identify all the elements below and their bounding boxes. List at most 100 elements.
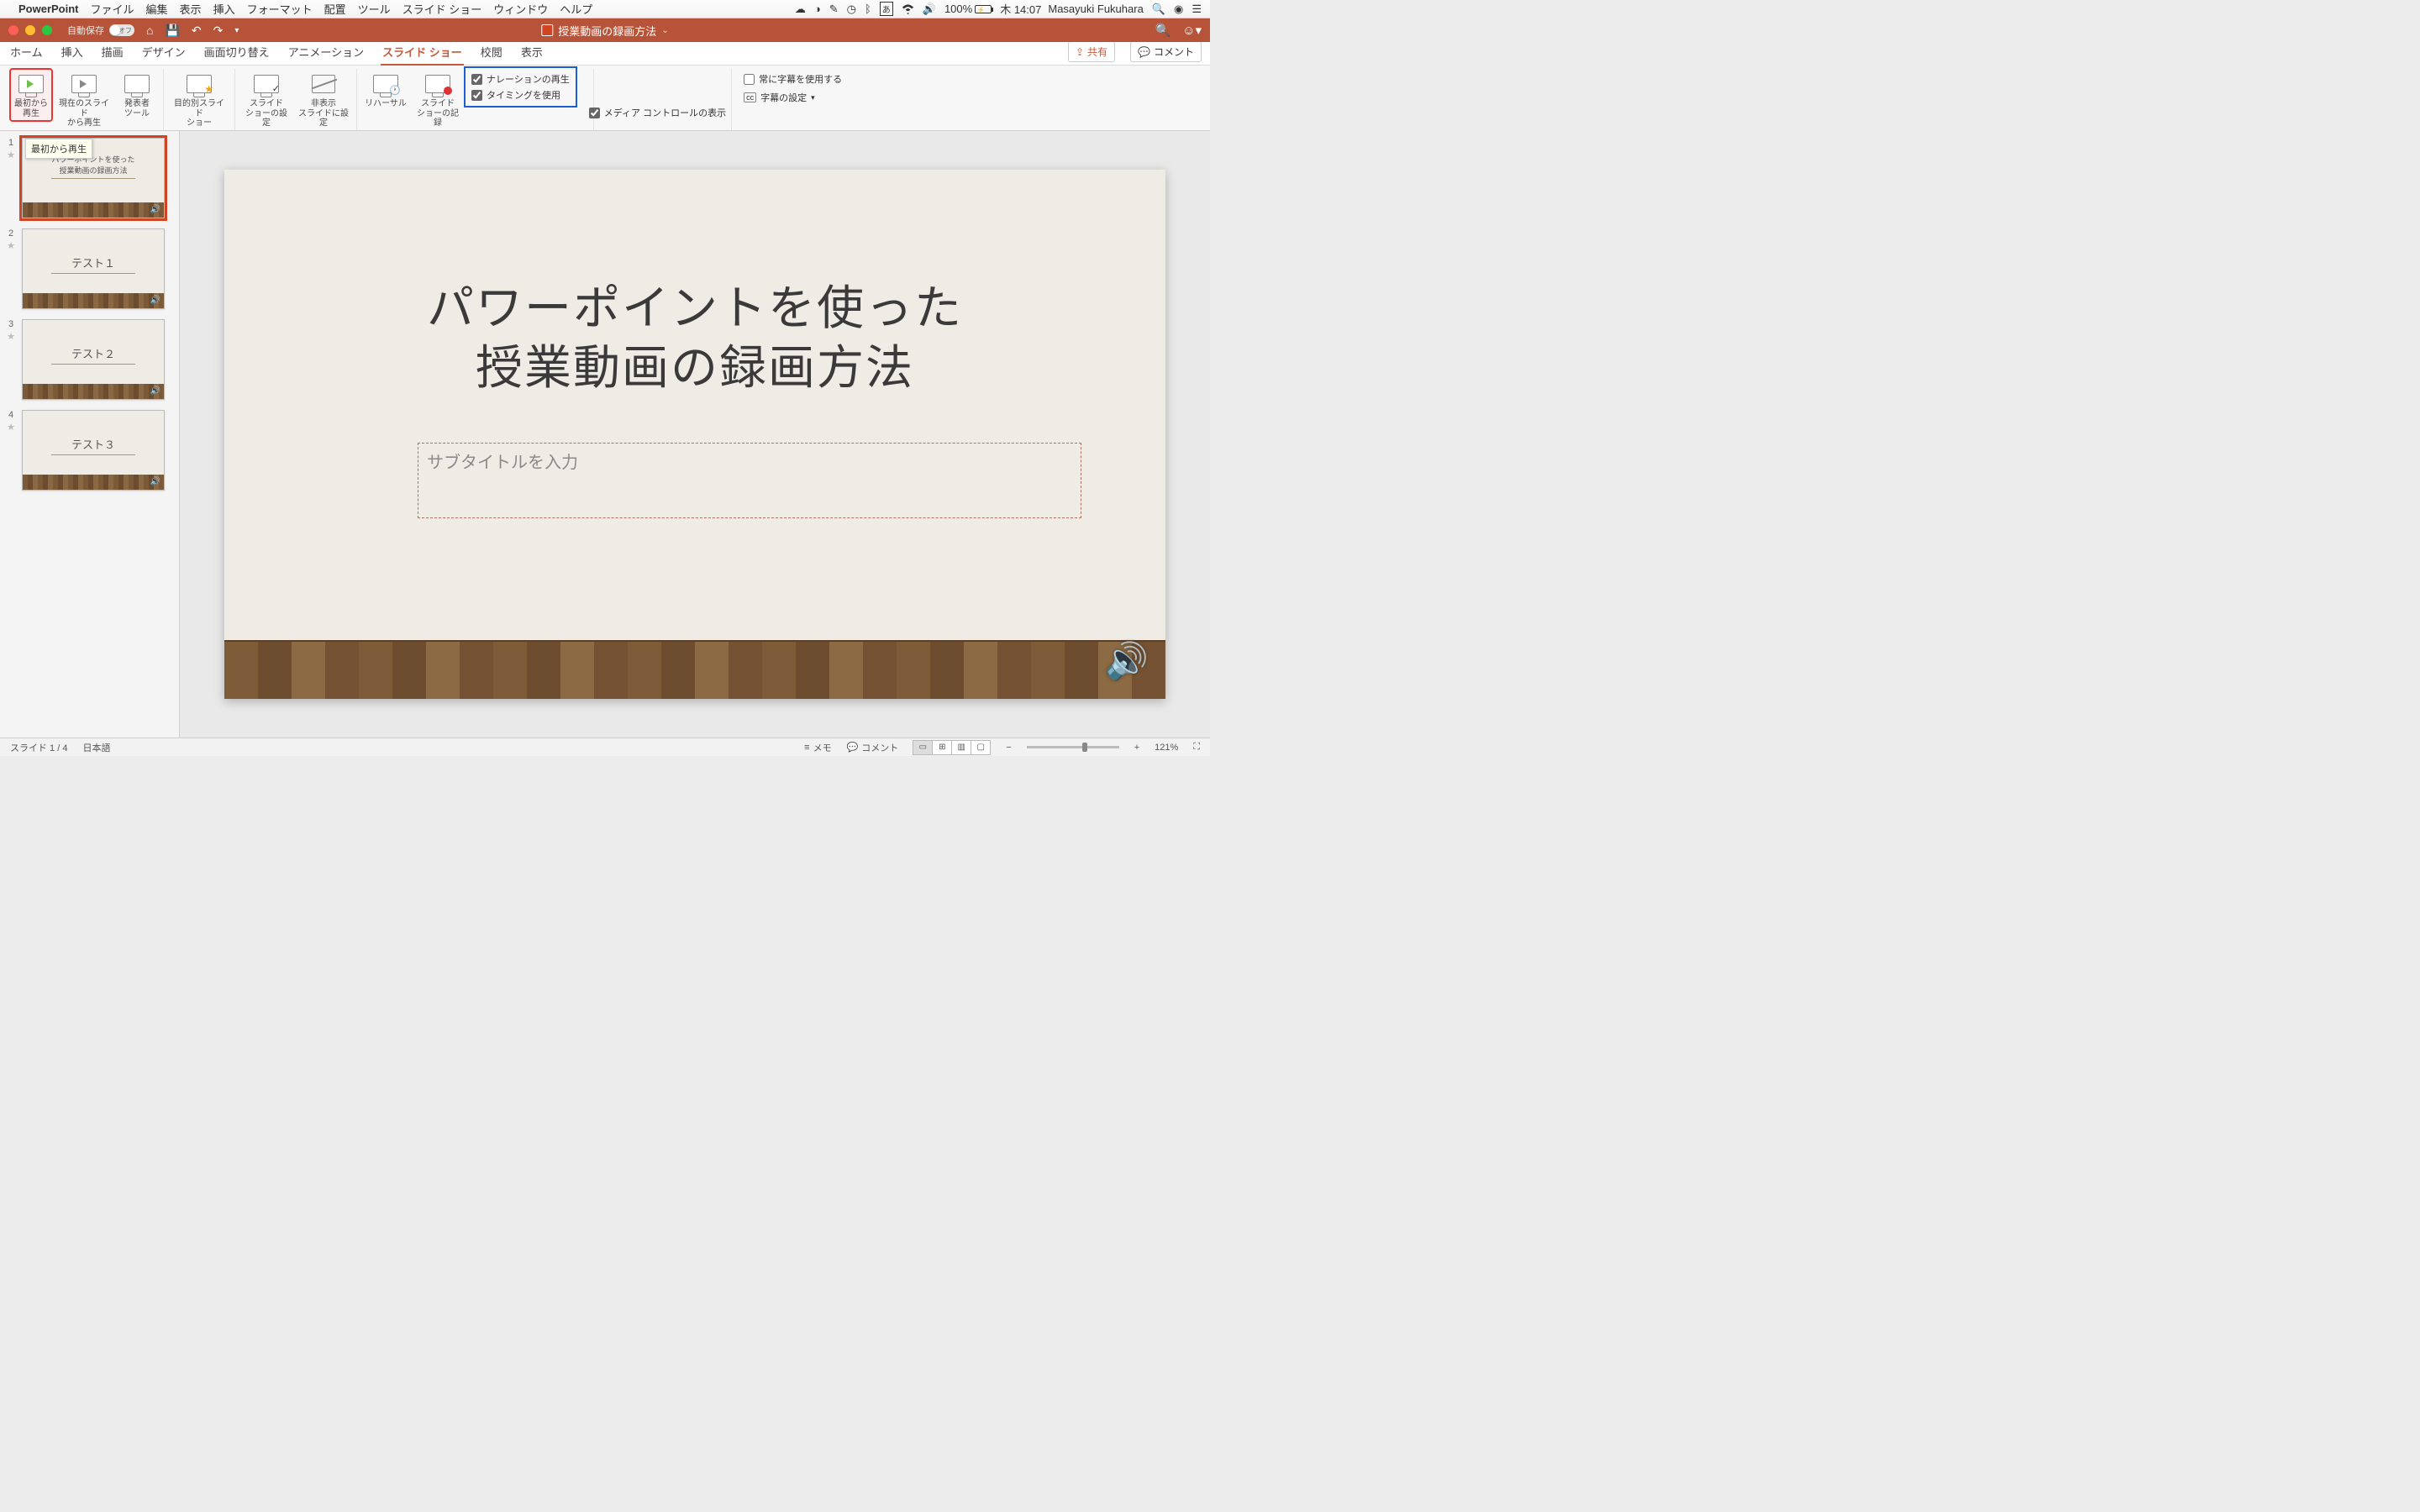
menu-tools[interactable]: ツール: [358, 1, 391, 17]
clock[interactable]: 木 14:07: [1000, 1, 1041, 17]
presenter-tools-button[interactable]: 発表者ツール: [116, 69, 158, 121]
slideshow-view-button[interactable]: ▢: [971, 740, 991, 755]
record-slideshow-button[interactable]: スライドショーの記録: [413, 69, 463, 131]
comments-button[interactable]: 💬コメント: [1130, 41, 1202, 62]
hide-slide-button[interactable]: 非表示スライドに設定: [296, 69, 351, 131]
menu-window[interactable]: ウィンドウ: [493, 1, 548, 17]
menu-file[interactable]: ファイル: [91, 1, 134, 17]
slide-title-textbox[interactable]: パワーポイントを使った 授業動画の録画方法: [224, 279, 1165, 398]
cloud-icon[interactable]: ☁: [795, 3, 806, 16]
ime-icon[interactable]: あ: [880, 2, 893, 16]
reading-view-button[interactable]: ▥: [951, 740, 971, 755]
sorter-view-button[interactable]: ⊞: [932, 740, 952, 755]
audio-speaker-icon[interactable]: 🔊: [1105, 641, 1149, 682]
slide-canvas-area[interactable]: パワーポイントを使った 授業動画の録画方法 サブタイトルを入力 🔊: [180, 131, 1210, 738]
redo-button[interactable]: ↷: [213, 24, 224, 38]
menu-help[interactable]: ヘルプ: [560, 1, 592, 17]
always-subtitle-checkbox[interactable]: 常に字幕を使用する: [744, 72, 842, 86]
mac-menubar: PowerPoint ファイル 編集 表示 挿入 フォーマット 配置 ツール ス…: [0, 0, 1210, 18]
minimize-window-button[interactable]: [25, 25, 35, 35]
zoom-level[interactable]: 121%: [1155, 743, 1178, 753]
notification-center-icon[interactable]: ☰: [1192, 3, 1202, 16]
account-icon[interactable]: ☺︎▾: [1182, 23, 1202, 38]
qat-customize[interactable]: ▾: [234, 26, 239, 35]
tab-slideshow[interactable]: スライド ショー: [381, 40, 464, 65]
share-label: 共有: [1087, 45, 1107, 59]
bluetooth-icon[interactable]: ᛒ: [865, 3, 871, 15]
tab-draw[interactable]: 描画: [100, 40, 125, 65]
language-status[interactable]: 日本語: [82, 741, 110, 754]
menu-edit[interactable]: 編集: [146, 1, 168, 17]
chevron-down-icon: ⌄: [661, 26, 668, 35]
zoom-slider[interactable]: [1027, 746, 1119, 748]
volume-icon[interactable]: 🔊: [923, 3, 936, 16]
status-circle-icon[interactable]: ◑: [814, 3, 821, 15]
document-title[interactable]: 授業動画の録画方法 ⌄: [541, 23, 668, 39]
slide-thumbnail-panel[interactable]: 1★ パワーポイントを使った授業動画の録画方法 🔊 2★ テスト１ 🔊 3★ テ…: [0, 131, 180, 738]
tab-insert[interactable]: 挿入: [60, 40, 85, 65]
animation-star-icon: ★: [7, 150, 15, 160]
ribbon-tabs: ホーム 挿入 描画 デザイン 画面切り替え アニメーション スライド ショー 校…: [0, 42, 1210, 66]
ribbon-slideshow: 最初から再生 現在のスライドから再生 発表者ツール ★ 目的別スライドショー ✓…: [0, 66, 1210, 131]
comments-pane-label: コメント: [861, 741, 898, 754]
clock-icon[interactable]: ◷: [847, 3, 856, 16]
rehearse-button[interactable]: 🕐 リハーサル: [362, 69, 409, 112]
media-controls-checkbox[interactable]: メディア コントロールの表示: [589, 106, 726, 119]
spotlight-icon[interactable]: 🔍: [1152, 3, 1165, 16]
siri-icon[interactable]: ◉: [1174, 3, 1183, 16]
tab-animations[interactable]: アニメーション: [287, 40, 366, 65]
slide-canvas[interactable]: パワーポイントを使った 授業動画の録画方法 サブタイトルを入力 🔊: [224, 170, 1165, 699]
save-button[interactable]: 💾: [165, 24, 179, 38]
autosave-toggle[interactable]: 自動保存 オフ: [67, 24, 134, 37]
custom-slideshow-button[interactable]: ★ 目的別スライドショー: [169, 69, 229, 131]
slide-counter[interactable]: スライド 1 / 4: [10, 741, 67, 754]
timing-checkbox-input[interactable]: [471, 90, 482, 101]
search-icon[interactable]: 🔍: [1155, 23, 1171, 38]
tooltip-play-from-beginning: 最初から再生: [25, 139, 92, 159]
thumbnail-slide-2[interactable]: テスト１ 🔊: [22, 228, 165, 309]
presenter-tools-label: 発表者ツール: [124, 99, 150, 118]
thumbnail-number: 3: [8, 319, 13, 329]
comments-pane-button[interactable]: 💬コメント: [847, 741, 899, 754]
tab-design[interactable]: デザイン: [140, 40, 187, 65]
thumbnail-slide-3[interactable]: テスト２ 🔊: [22, 319, 165, 400]
username[interactable]: Masayuki Fukuhara: [1048, 3, 1143, 15]
menu-view[interactable]: 表示: [180, 1, 202, 17]
timing-checkbox[interactable]: タイミングを使用: [471, 88, 570, 102]
undo-button[interactable]: ↶: [192, 24, 202, 38]
close-window-button[interactable]: [8, 25, 18, 35]
normal-view-button[interactable]: ▭: [913, 740, 933, 755]
menu-slideshow[interactable]: スライド ショー: [402, 1, 482, 17]
menu-format[interactable]: フォーマット: [247, 1, 313, 17]
fit-to-window-button[interactable]: ⛶: [1193, 742, 1200, 753]
wifi-icon[interactable]: [902, 3, 914, 15]
evernote-icon[interactable]: ✎: [829, 3, 839, 16]
notes-button[interactable]: ≡メモ: [804, 741, 831, 754]
zoom-in-button[interactable]: +: [1134, 743, 1139, 753]
home-button[interactable]: ⌂: [146, 24, 153, 37]
media-controls-checkbox-input[interactable]: [589, 108, 600, 118]
slide-title-line1: パワーポイントを使った: [427, 281, 963, 334]
zoom-out-button[interactable]: −: [1006, 743, 1011, 753]
always-subtitle-checkbox-input[interactable]: [744, 74, 755, 85]
play-from-current-button[interactable]: 現在のスライドから再生: [55, 69, 113, 131]
tab-transitions[interactable]: 画面切り替え: [203, 40, 271, 65]
slideshow-setup-button[interactable]: ✓ スライドショーの設定: [240, 69, 292, 131]
play-from-beginning-button[interactable]: 最初から再生: [10, 69, 52, 121]
app-name[interactable]: PowerPoint: [18, 3, 79, 15]
thumbnail-slide-4[interactable]: テスト３ 🔊: [22, 410, 165, 491]
slide-floor-graphic: [224, 640, 1165, 699]
slide-subtitle-textbox[interactable]: サブタイトルを入力: [418, 443, 1081, 518]
menu-arrange[interactable]: 配置: [324, 1, 346, 17]
tab-home[interactable]: ホーム: [8, 40, 45, 65]
tab-view[interactable]: 表示: [519, 40, 544, 65]
fullscreen-window-button[interactable]: [42, 25, 52, 35]
tab-review[interactable]: 校閲: [479, 40, 504, 65]
menu-insert[interactable]: 挿入: [213, 1, 235, 17]
battery-status[interactable]: 100% ⚡: [944, 3, 992, 15]
share-button[interactable]: ⇪共有: [1068, 41, 1115, 62]
narration-checkbox[interactable]: ナレーションの再生: [471, 72, 570, 86]
narration-checkbox-input[interactable]: [471, 74, 482, 85]
autosave-switch[interactable]: オフ: [109, 24, 134, 36]
subtitle-settings-button[interactable]: cc字幕の設定▾: [744, 91, 842, 104]
